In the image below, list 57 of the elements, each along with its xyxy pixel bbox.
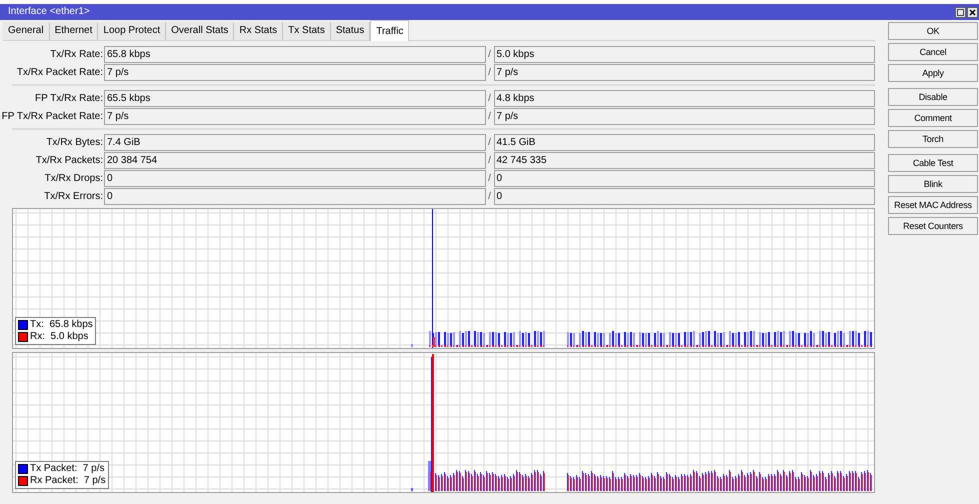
close-icon[interactable] xyxy=(967,6,978,18)
separator-label: / xyxy=(487,48,492,62)
restore-icon[interactable] xyxy=(955,6,966,18)
value-field[interactable]: 65.8 kbps xyxy=(104,46,486,62)
separator-label: / xyxy=(487,172,492,186)
legend-label: Rx Packet: 7 p/s xyxy=(30,476,106,486)
value-field[interactable]: 7 p/s xyxy=(104,108,486,124)
window-title: Interface <ether1> xyxy=(8,7,90,17)
value-field[interactable]: 7 p/s xyxy=(494,64,875,80)
action-button[interactable]: Blink xyxy=(888,175,978,193)
action-button[interactable]: Disable xyxy=(888,88,978,106)
value-field[interactable]: 7 p/s xyxy=(494,108,875,124)
value-field[interactable]: 42 745 335 xyxy=(494,152,875,168)
field-label: Tx/Rx Rate: xyxy=(49,48,104,62)
separator-label: / xyxy=(487,66,492,80)
action-button[interactable]: OK xyxy=(888,22,978,40)
tab[interactable]: Status xyxy=(330,22,370,40)
field-label: Tx/Rx Drops: xyxy=(44,172,104,186)
value-field[interactable]: 20 384 754 xyxy=(104,152,486,168)
separator-label: / xyxy=(487,92,492,106)
legend-label: Tx: 65.8 kbps xyxy=(30,320,93,330)
tab[interactable]: Rx Stats xyxy=(234,22,284,40)
action-button[interactable]: Apply xyxy=(888,64,978,82)
value-field[interactable]: 7.4 GiB xyxy=(104,134,486,150)
action-button[interactable]: Reset Counters xyxy=(888,217,978,235)
value-field[interactable]: 5.0 kbps xyxy=(494,46,875,62)
tab[interactable]: Overall Stats xyxy=(166,22,234,40)
tab[interactable]: General xyxy=(3,22,50,40)
field-label: Tx/Rx Packets: xyxy=(34,154,104,168)
value-field[interactable]: 0 xyxy=(104,170,486,186)
tab[interactable]: Ethernet xyxy=(50,22,98,40)
field-label: FP Tx/Rx Packet Rate: xyxy=(0,110,104,124)
separator-label: / xyxy=(487,154,492,168)
action-button[interactable]: Comment xyxy=(888,109,978,127)
legend-label: Rx: 5.0 kbps xyxy=(30,332,88,342)
field-label: Tx/Rx Errors: xyxy=(43,190,104,204)
value-field[interactable]: 65.5 kbps xyxy=(104,90,486,106)
value-field[interactable]: 0 xyxy=(494,188,875,204)
value-field[interactable]: 41.5 GiB xyxy=(494,134,875,150)
action-button[interactable]: Reset MAC Address xyxy=(888,196,978,214)
legend-label: Tx Packet: 7 p/s xyxy=(30,464,104,474)
value-field[interactable]: 4.8 kbps xyxy=(494,90,875,106)
value-field[interactable]: 0 xyxy=(494,170,875,186)
action-button[interactable]: Cable Test xyxy=(888,154,978,172)
value-field[interactable]: 7 p/s xyxy=(104,64,486,80)
action-button[interactable]: Cancel xyxy=(888,43,978,61)
separator-label: / xyxy=(487,136,492,150)
action-button[interactable]: Torch xyxy=(888,130,978,148)
separator-label: / xyxy=(487,190,492,204)
tab[interactable]: Traffic xyxy=(370,20,410,41)
field-label: Tx/Rx Packet Rate: xyxy=(16,66,104,80)
tab[interactable]: Loop Protect xyxy=(98,22,166,40)
tab[interactable]: Tx Stats xyxy=(283,22,331,40)
field-label: FP Tx/Rx Rate: xyxy=(34,92,104,106)
separator-label: / xyxy=(487,110,492,124)
value-field[interactable]: 0 xyxy=(104,188,486,204)
field-label: Tx/Rx Bytes: xyxy=(45,136,104,150)
